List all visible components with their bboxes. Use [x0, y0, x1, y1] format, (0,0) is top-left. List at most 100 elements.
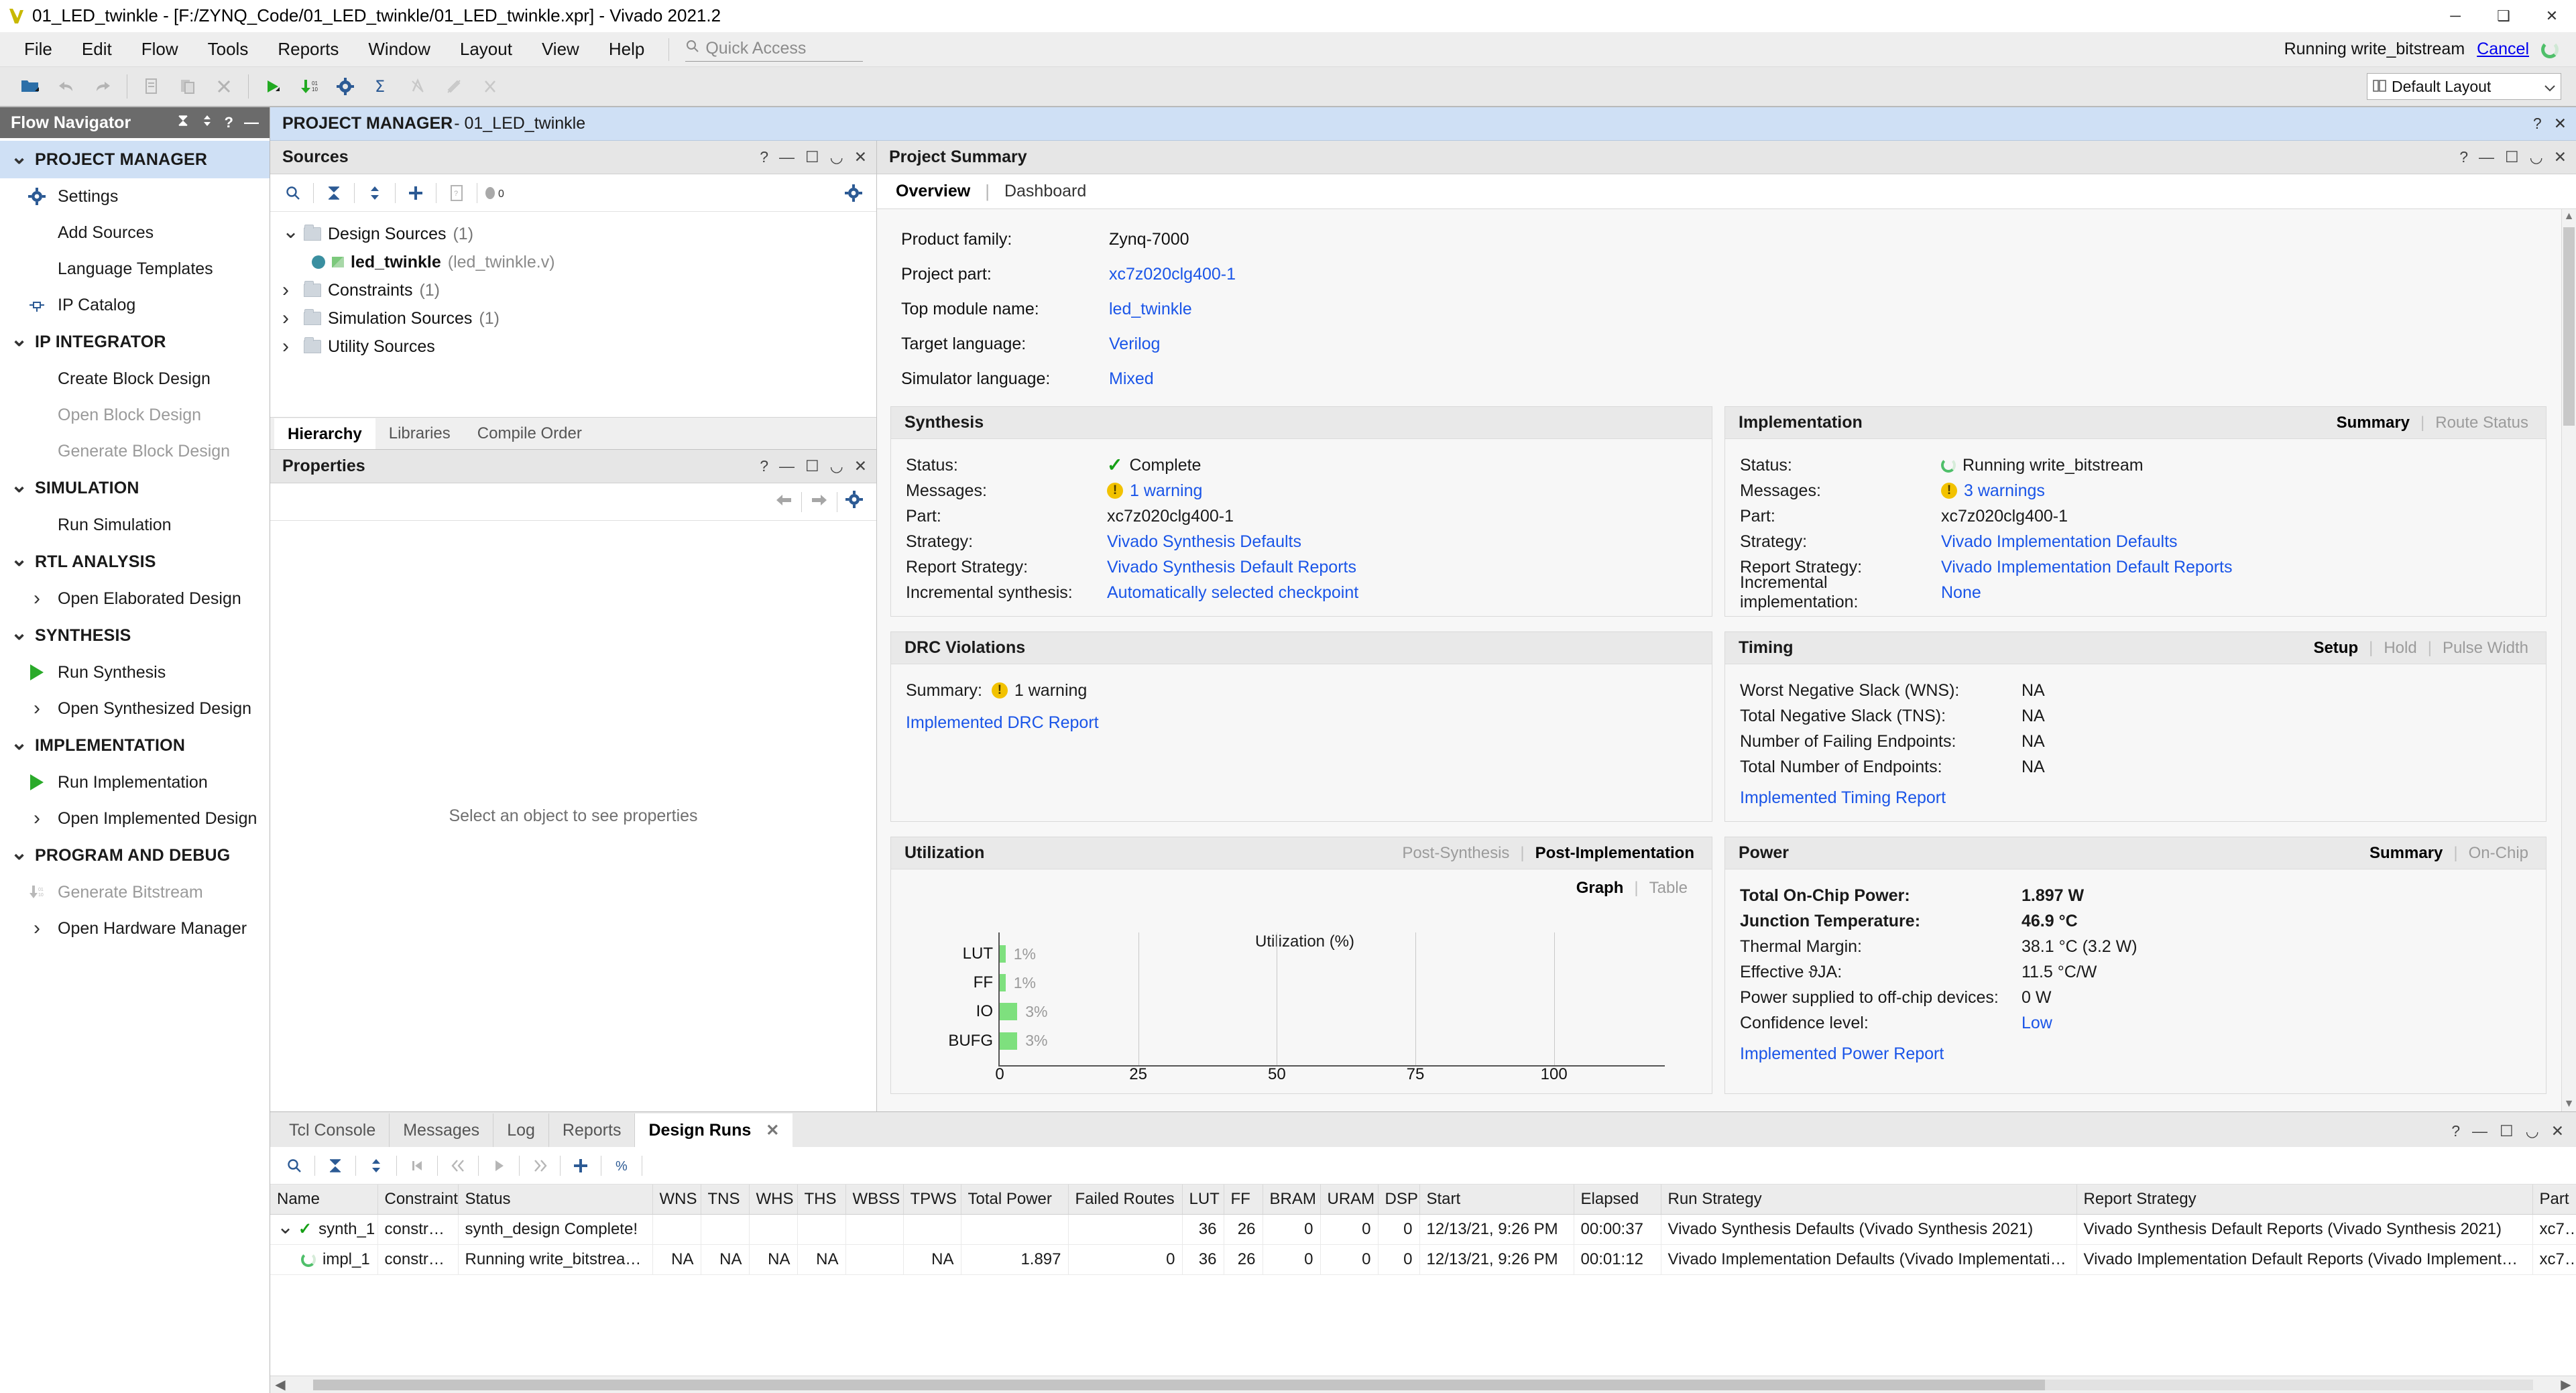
col-constraints[interactable]: Constraints	[377, 1185, 459, 1215]
field-value-link[interactable]: Automatically selected checkpoint	[1107, 583, 1358, 603]
design-runs-horizontal-scrollbar[interactable]: ◀ ▶	[270, 1376, 2576, 1393]
run-name-cell[interactable]: impl_1	[270, 1244, 378, 1275]
sidebar-item-run-implementation[interactable]: Run Implementation	[0, 764, 270, 800]
scroll-left-icon[interactable]: ◀	[270, 1376, 290, 1393]
tab-messages[interactable]: Messages	[390, 1113, 494, 1147]
float-icon[interactable]: ◡	[2526, 1122, 2539, 1140]
maximize-icon[interactable]: ☐	[2500, 1122, 2514, 1140]
chevron-right-icon[interactable]	[282, 307, 297, 330]
help-icon[interactable]: ?	[225, 114, 233, 131]
quick-access-input[interactable]: Quick Access	[685, 38, 864, 62]
col-failed-routes[interactable]: Failed Routes	[1068, 1185, 1183, 1215]
flow-group-synthesis[interactable]: SYNTHESIS	[0, 617, 270, 654]
sidebar-item-create-block-design[interactable]: Create Block Design	[0, 361, 270, 397]
tree-item-design-sources[interactable]: Design Sources (1)	[270, 220, 876, 248]
col-wns[interactable]: WNS	[652, 1185, 701, 1215]
col-dsp[interactable]: DSP	[1378, 1185, 1420, 1215]
close-icon[interactable]: ✕	[2554, 148, 2567, 166]
close-icon[interactable]: ✕	[2554, 115, 2567, 133]
flow-group-rtl-analysis[interactable]: RTL ANALYSIS	[0, 543, 270, 581]
flow-group-simulation[interactable]: SIMULATION	[0, 469, 270, 507]
col-tpws[interactable]: TPWS	[903, 1185, 961, 1215]
menu-file[interactable]: File	[9, 35, 67, 64]
col-uram[interactable]: URAM	[1320, 1185, 1379, 1215]
help-icon[interactable]: ?	[760, 148, 768, 166]
gear-icon[interactable]	[837, 177, 870, 209]
tab-compile-order[interactable]: Compile Order	[464, 418, 595, 449]
search-icon[interactable]	[278, 1150, 310, 1182]
fast-forward-icon[interactable]	[524, 1150, 556, 1182]
col-tns[interactable]: TNS	[701, 1185, 750, 1215]
search-icon[interactable]	[277, 177, 309, 209]
expand-all-icon[interactable]	[200, 114, 214, 131]
tree-item-simulation-sources[interactable]: Simulation Sources (1)	[270, 304, 876, 332]
play-icon[interactable]	[483, 1150, 515, 1182]
tab-power-summary[interactable]: Summary	[2365, 844, 2447, 863]
add-run-button[interactable]	[565, 1150, 597, 1182]
close-icon[interactable]: ✕	[854, 457, 867, 475]
field-value-link[interactable]: Vivado Synthesis Default Reports	[1107, 558, 1356, 577]
float-icon[interactable]: ◡	[2530, 148, 2543, 166]
minimize-icon[interactable]: —	[2472, 1122, 2487, 1140]
menu-layout[interactable]: Layout	[445, 35, 527, 64]
close-icon[interactable]: ✕	[854, 148, 867, 166]
col-part[interactable]: Part	[2532, 1185, 2576, 1215]
window-minimize-button[interactable]: ─	[2431, 0, 2479, 32]
field-value-link[interactable]: Vivado Implementation Defaults	[1941, 532, 2178, 552]
tab-graph[interactable]: Graph	[1572, 879, 1628, 898]
maximize-icon[interactable]: ☐	[805, 148, 819, 166]
percent-icon[interactable]: %	[605, 1150, 638, 1182]
collapse-all-icon[interactable]	[176, 114, 190, 131]
field-value-link[interactable]: Vivado Synthesis Defaults	[1107, 532, 1301, 552]
col-whs[interactable]: WHS	[749, 1185, 798, 1215]
implemented-power-report-link[interactable]: Implemented Power Report	[1740, 1044, 1944, 1064]
undo-icon[interactable]	[48, 69, 84, 104]
scrollbar-thumb[interactable]	[2563, 227, 2575, 426]
flow-group-implementation[interactable]: IMPLEMENTATION	[0, 727, 270, 764]
sidebar-item-add-sources[interactable]: Add Sources	[0, 215, 270, 251]
file-properties-icon[interactable]: ?	[441, 177, 473, 209]
expand-all-icon[interactable]	[359, 177, 391, 209]
field-value-link[interactable]: Verilog	[1109, 335, 1160, 354]
window-maximize-button[interactable]: ❑	[2479, 0, 2528, 32]
help-icon[interactable]: ?	[760, 457, 768, 475]
tab-overview[interactable]: Overview	[892, 182, 974, 201]
menu-view[interactable]: View	[527, 35, 594, 64]
rewind-icon[interactable]	[442, 1150, 474, 1182]
col-wbss[interactable]: WBSS	[845, 1185, 904, 1215]
flow-group-ip-integrator[interactable]: IP INTEGRATOR	[0, 323, 270, 361]
summary-vertical-scrollbar[interactable]: ▲ ▼	[2561, 209, 2576, 1111]
col-ff[interactable]: FF	[1224, 1185, 1263, 1215]
field-value-link[interactable]: 3 warnings	[1964, 481, 2045, 501]
cancel-run-link[interactable]: Cancel	[2477, 40, 2529, 59]
tab-libraries[interactable]: Libraries	[375, 418, 464, 449]
gear-icon[interactable]	[845, 491, 863, 513]
chevron-right-icon[interactable]	[282, 279, 297, 302]
settings-icon[interactable]	[327, 69, 363, 104]
sidebar-item-run-synthesis[interactable]: Run Synthesis	[0, 654, 270, 690]
sidebar-item-open-elaborated-design[interactable]: Open Elaborated Design	[0, 581, 270, 617]
menu-help[interactable]: Help	[594, 35, 659, 64]
col-ths[interactable]: THS	[797, 1185, 846, 1215]
open-project-icon[interactable]	[12, 69, 48, 104]
flow-group-program-and-debug[interactable]: PROGRAM AND DEBUG	[0, 837, 270, 874]
col-total-power[interactable]: Total Power	[961, 1185, 1069, 1215]
tab-post-implementation[interactable]: Post-Implementation	[1531, 844, 1698, 863]
close-icon[interactable]: ✕	[766, 1121, 779, 1140]
col-name[interactable]: Name	[270, 1185, 378, 1215]
menu-flow[interactable]: Flow	[127, 35, 193, 64]
float-icon[interactable]: ◡	[830, 148, 843, 166]
tab-tcl-console[interactable]: Tcl Console	[276, 1113, 390, 1147]
tab-hold[interactable]: Hold	[2380, 639, 2420, 658]
menu-window[interactable]: Window	[353, 35, 445, 64]
tree-item-utility-sources[interactable]: Utility Sources	[270, 332, 876, 361]
add-sources-button[interactable]	[400, 177, 432, 209]
tab-setup[interactable]: Setup	[2309, 639, 2362, 658]
table-row[interactable]: ✓ synth_1 constrs_1 synth_design Complet…	[270, 1214, 2576, 1245]
generate-bitstream-icon[interactable]: 01 10	[291, 69, 327, 104]
field-value-link[interactable]: Mixed	[1109, 369, 1154, 389]
tab-design-runs[interactable]: Design Runs ✕	[635, 1113, 793, 1147]
help-icon[interactable]: ?	[2459, 148, 2468, 166]
scroll-down-icon[interactable]: ▼	[2562, 1098, 2576, 1110]
tab-log[interactable]: Log	[493, 1113, 549, 1147]
